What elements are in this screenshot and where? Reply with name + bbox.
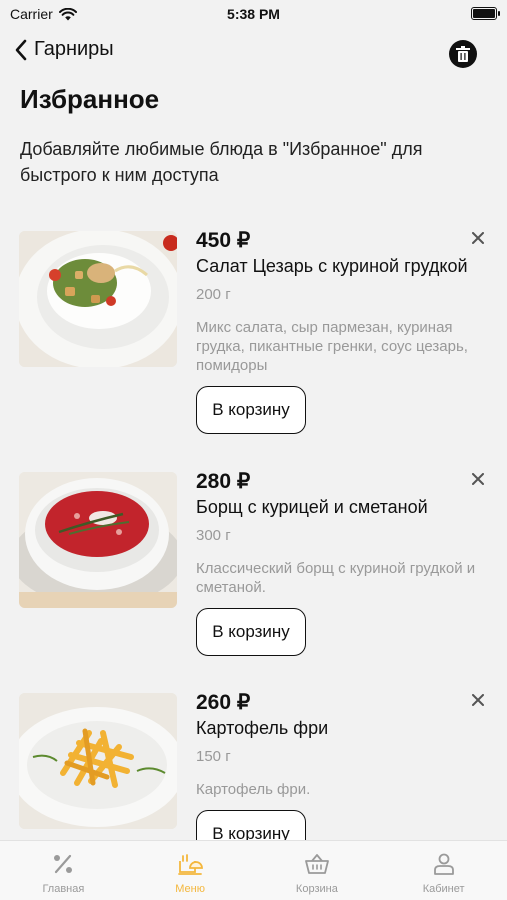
item-name[interactable]: Борщ с курицей и сметаной	[196, 497, 496, 518]
favorite-item: 450 ₽ Салат Цезарь с куриной грудкой 200…	[0, 229, 507, 451]
chevron-left-icon	[15, 39, 27, 60]
tab-cart[interactable]: Корзина	[254, 841, 381, 900]
basket-icon	[304, 851, 330, 877]
user-icon	[431, 851, 457, 877]
item-price: 280 ₽	[196, 470, 251, 493]
back-button[interactable]: Гарниры	[14, 38, 114, 61]
item-description: Картофель фри.	[196, 781, 311, 798]
food-image-caesar-salad	[19, 231, 177, 367]
item-price: 450 ₽	[196, 229, 251, 252]
back-label: Гарниры	[34, 38, 114, 60]
tab-label: Главная	[42, 883, 85, 895]
item-name[interactable]: Салат Цезарь с куриной грудкой	[196, 256, 496, 277]
item-weight: 300 г	[196, 527, 231, 544]
item-weight: 150 г	[196, 748, 231, 765]
add-to-cart-button[interactable]: В корзину	[196, 608, 306, 656]
status-bar: Carrier 5:38 PM	[0, 0, 507, 30]
close-icon	[472, 473, 484, 485]
page-title: Избранное	[20, 84, 160, 114]
page-subtitle: Добавляйте любимые блюда в "Избранное" д…	[20, 139, 423, 185]
trash-icon	[456, 46, 470, 62]
remove-item-button[interactable]	[467, 468, 489, 490]
remove-item-button[interactable]	[467, 227, 489, 249]
item-name[interactable]: Картофель фри	[196, 718, 496, 739]
clear-favorites-button[interactable]	[449, 40, 477, 68]
discount-icon	[50, 851, 76, 877]
item-description: Микс салата, сыр пармезан, куриная грудк…	[196, 319, 468, 374]
close-icon	[472, 232, 484, 244]
item-price: 260 ₽	[196, 691, 251, 714]
food-image-borscht	[19, 472, 177, 608]
status-time: 5:38 PM	[227, 6, 280, 22]
tab-home[interactable]: Главная	[0, 841, 127, 900]
nav-bar: Гарниры	[0, 36, 507, 72]
item-weight: 200 г	[196, 286, 231, 303]
tab-account[interactable]: Кабинет	[380, 841, 507, 900]
tab-label: Корзина	[295, 883, 338, 895]
item-description: Классический борщ с куриной грудкой и см…	[196, 560, 476, 596]
remove-item-button[interactable]	[467, 689, 489, 711]
close-icon	[472, 694, 484, 706]
tab-label: Меню	[175, 883, 205, 895]
chef-hat-icon	[177, 851, 204, 877]
battery-icon	[471, 7, 500, 20]
tab-label: Кабинет	[422, 883, 465, 895]
tab-menu[interactable]: Меню	[127, 841, 254, 900]
tab-bar: Главная Меню Корзина Кабинет	[0, 840, 507, 900]
favorite-item: 280 ₽ Борщ с курицей и сметаной 300 г Кл…	[0, 470, 507, 692]
add-to-cart-button[interactable]: В корзину	[196, 386, 306, 434]
food-image-french-fries	[19, 693, 177, 829]
